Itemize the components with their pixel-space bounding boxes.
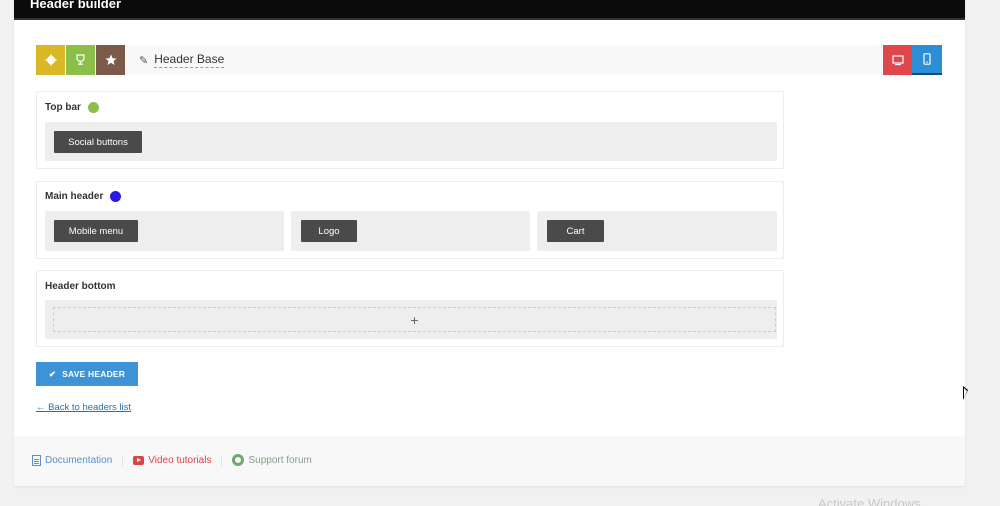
row-title: Main header xyxy=(45,191,122,202)
video-tutorials-label: Video tutorials xyxy=(148,454,212,466)
drop-zone-center[interactable]: Logo xyxy=(291,211,530,251)
page-title-bar: Header builder xyxy=(14,0,965,20)
video-icon xyxy=(133,455,145,465)
main-header-row: Main header Mobile menu Logo Cart xyxy=(36,181,784,259)
drop-zone[interactable]: Social buttons xyxy=(45,122,777,161)
desktop-icon xyxy=(891,54,904,65)
footer-links: Documentation Video tutorials Support fo… xyxy=(32,454,332,466)
documentation-link[interactable]: Documentation xyxy=(32,454,124,466)
drop-zone-left[interactable]: Mobile menu xyxy=(45,211,284,251)
drop-zone-right[interactable]: Cart xyxy=(537,211,777,251)
header-name-editor[interactable]: ✎ Header Base xyxy=(139,45,225,75)
desktop-view-button[interactable] xyxy=(883,45,912,75)
document-icon xyxy=(32,454,41,466)
top-bar-row: Top bar Social buttons xyxy=(36,91,784,169)
pencil-icon: ✎ xyxy=(139,54,149,67)
mobile-icon xyxy=(923,53,931,65)
documentation-label: Documentation xyxy=(45,454,113,466)
row-title: Top bar xyxy=(45,102,99,113)
star-icon xyxy=(104,54,117,65)
row-title-label: Header bottom xyxy=(45,281,116,292)
trophy-icon xyxy=(76,54,85,65)
status-dot xyxy=(110,191,122,202)
video-tutorials-link[interactable]: Video tutorials xyxy=(133,454,223,466)
cart-element[interactable]: Cart xyxy=(547,220,604,242)
settings-button[interactable] xyxy=(36,45,65,75)
footer: Documentation Video tutorials Support fo… xyxy=(14,436,965,486)
check-icon: ✔ xyxy=(48,368,57,379)
page-title: Header builder xyxy=(30,0,122,11)
mobile-menu-element[interactable]: Mobile menu xyxy=(54,220,138,242)
back-to-headers-link[interactable]: ← Back to headers list xyxy=(36,402,131,413)
mobile-view-button[interactable] xyxy=(912,45,942,75)
save-header-label: SAVE HEADER xyxy=(62,369,126,379)
social-buttons-element[interactable]: Social buttons xyxy=(54,131,142,153)
mouse-cursor xyxy=(963,386,968,400)
header-name[interactable]: Header Base xyxy=(154,52,225,68)
row-title: Header bottom xyxy=(45,281,116,292)
row-title-label: Main header xyxy=(45,191,104,202)
favorite-button[interactable] xyxy=(96,45,125,75)
lifebuoy-icon xyxy=(232,454,245,466)
gear-icon xyxy=(45,54,56,66)
save-header-button[interactable]: ✔ SAVE HEADER xyxy=(36,362,138,386)
conditions-button[interactable] xyxy=(66,45,95,75)
status-dot xyxy=(87,102,99,113)
header-bottom-row: Header bottom + xyxy=(36,270,784,347)
plus-icon: + xyxy=(410,311,419,328)
logo-element[interactable]: Logo xyxy=(301,220,357,242)
activate-windows-watermark: Activate Windows xyxy=(818,496,921,506)
add-element-button[interactable]: + xyxy=(53,307,776,332)
header-toolbar: ✎ Header Base xyxy=(36,45,942,75)
header-builder-window: Header builder ✎ Header Base Top bar Soc… xyxy=(14,0,965,486)
row-title-label: Top bar xyxy=(45,102,81,113)
support-forum-label: Support forum xyxy=(248,454,312,466)
support-forum-link[interactable]: Support forum xyxy=(232,454,321,466)
